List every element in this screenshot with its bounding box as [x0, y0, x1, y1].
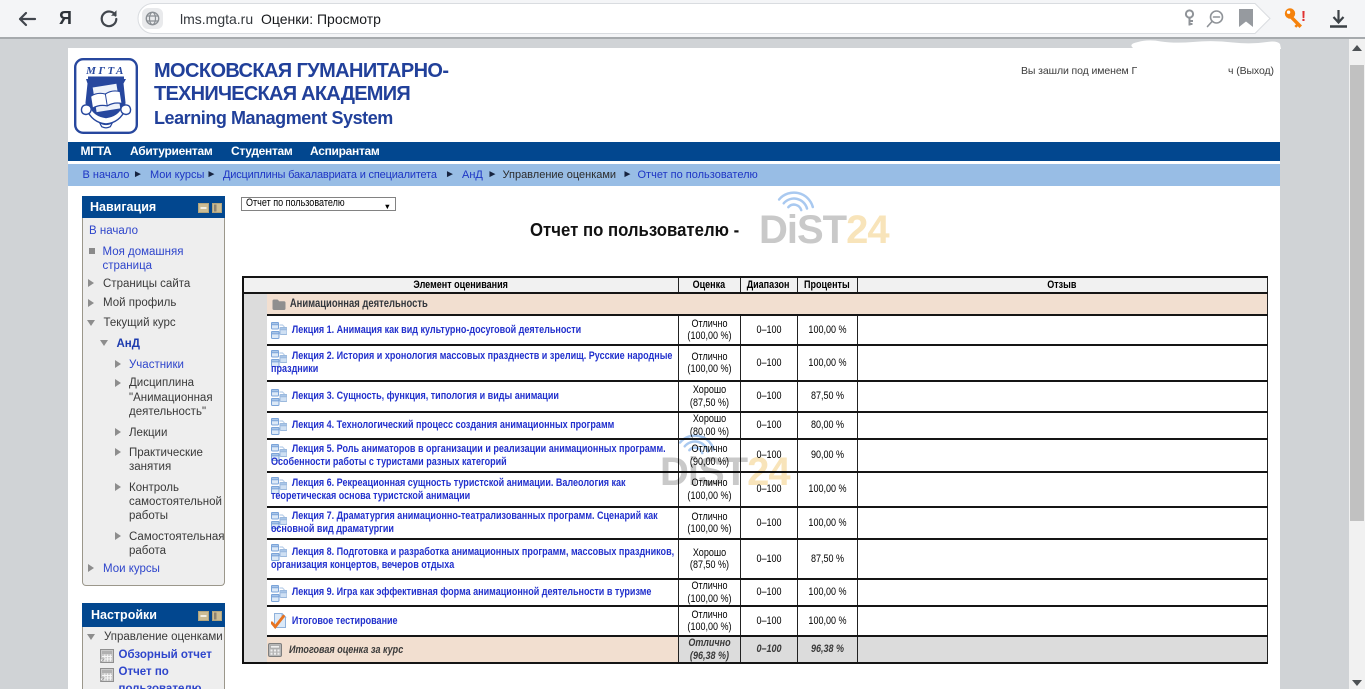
svg-text:!: ! — [1301, 8, 1306, 25]
svg-text:МГТА: МГТА — [85, 65, 126, 77]
